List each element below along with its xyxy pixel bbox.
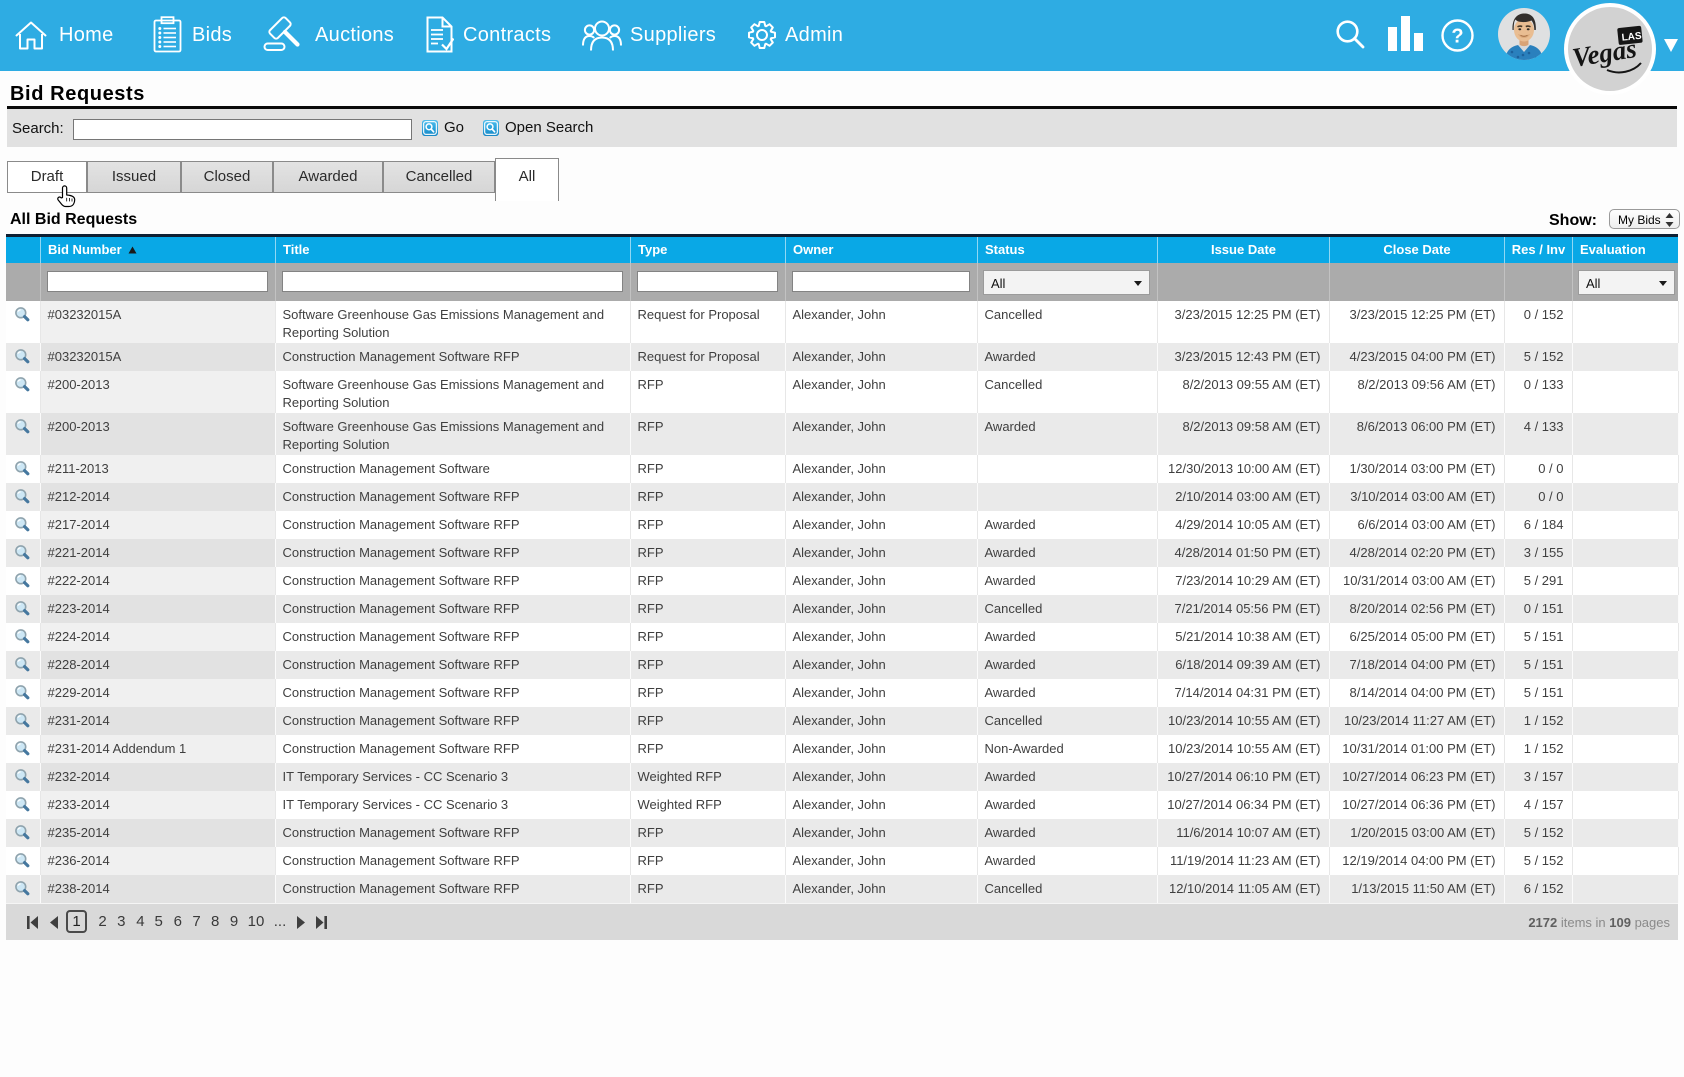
svg-text:?: ? bbox=[1451, 26, 1463, 48]
svg-text:LAS: LAS bbox=[1621, 31, 1642, 44]
